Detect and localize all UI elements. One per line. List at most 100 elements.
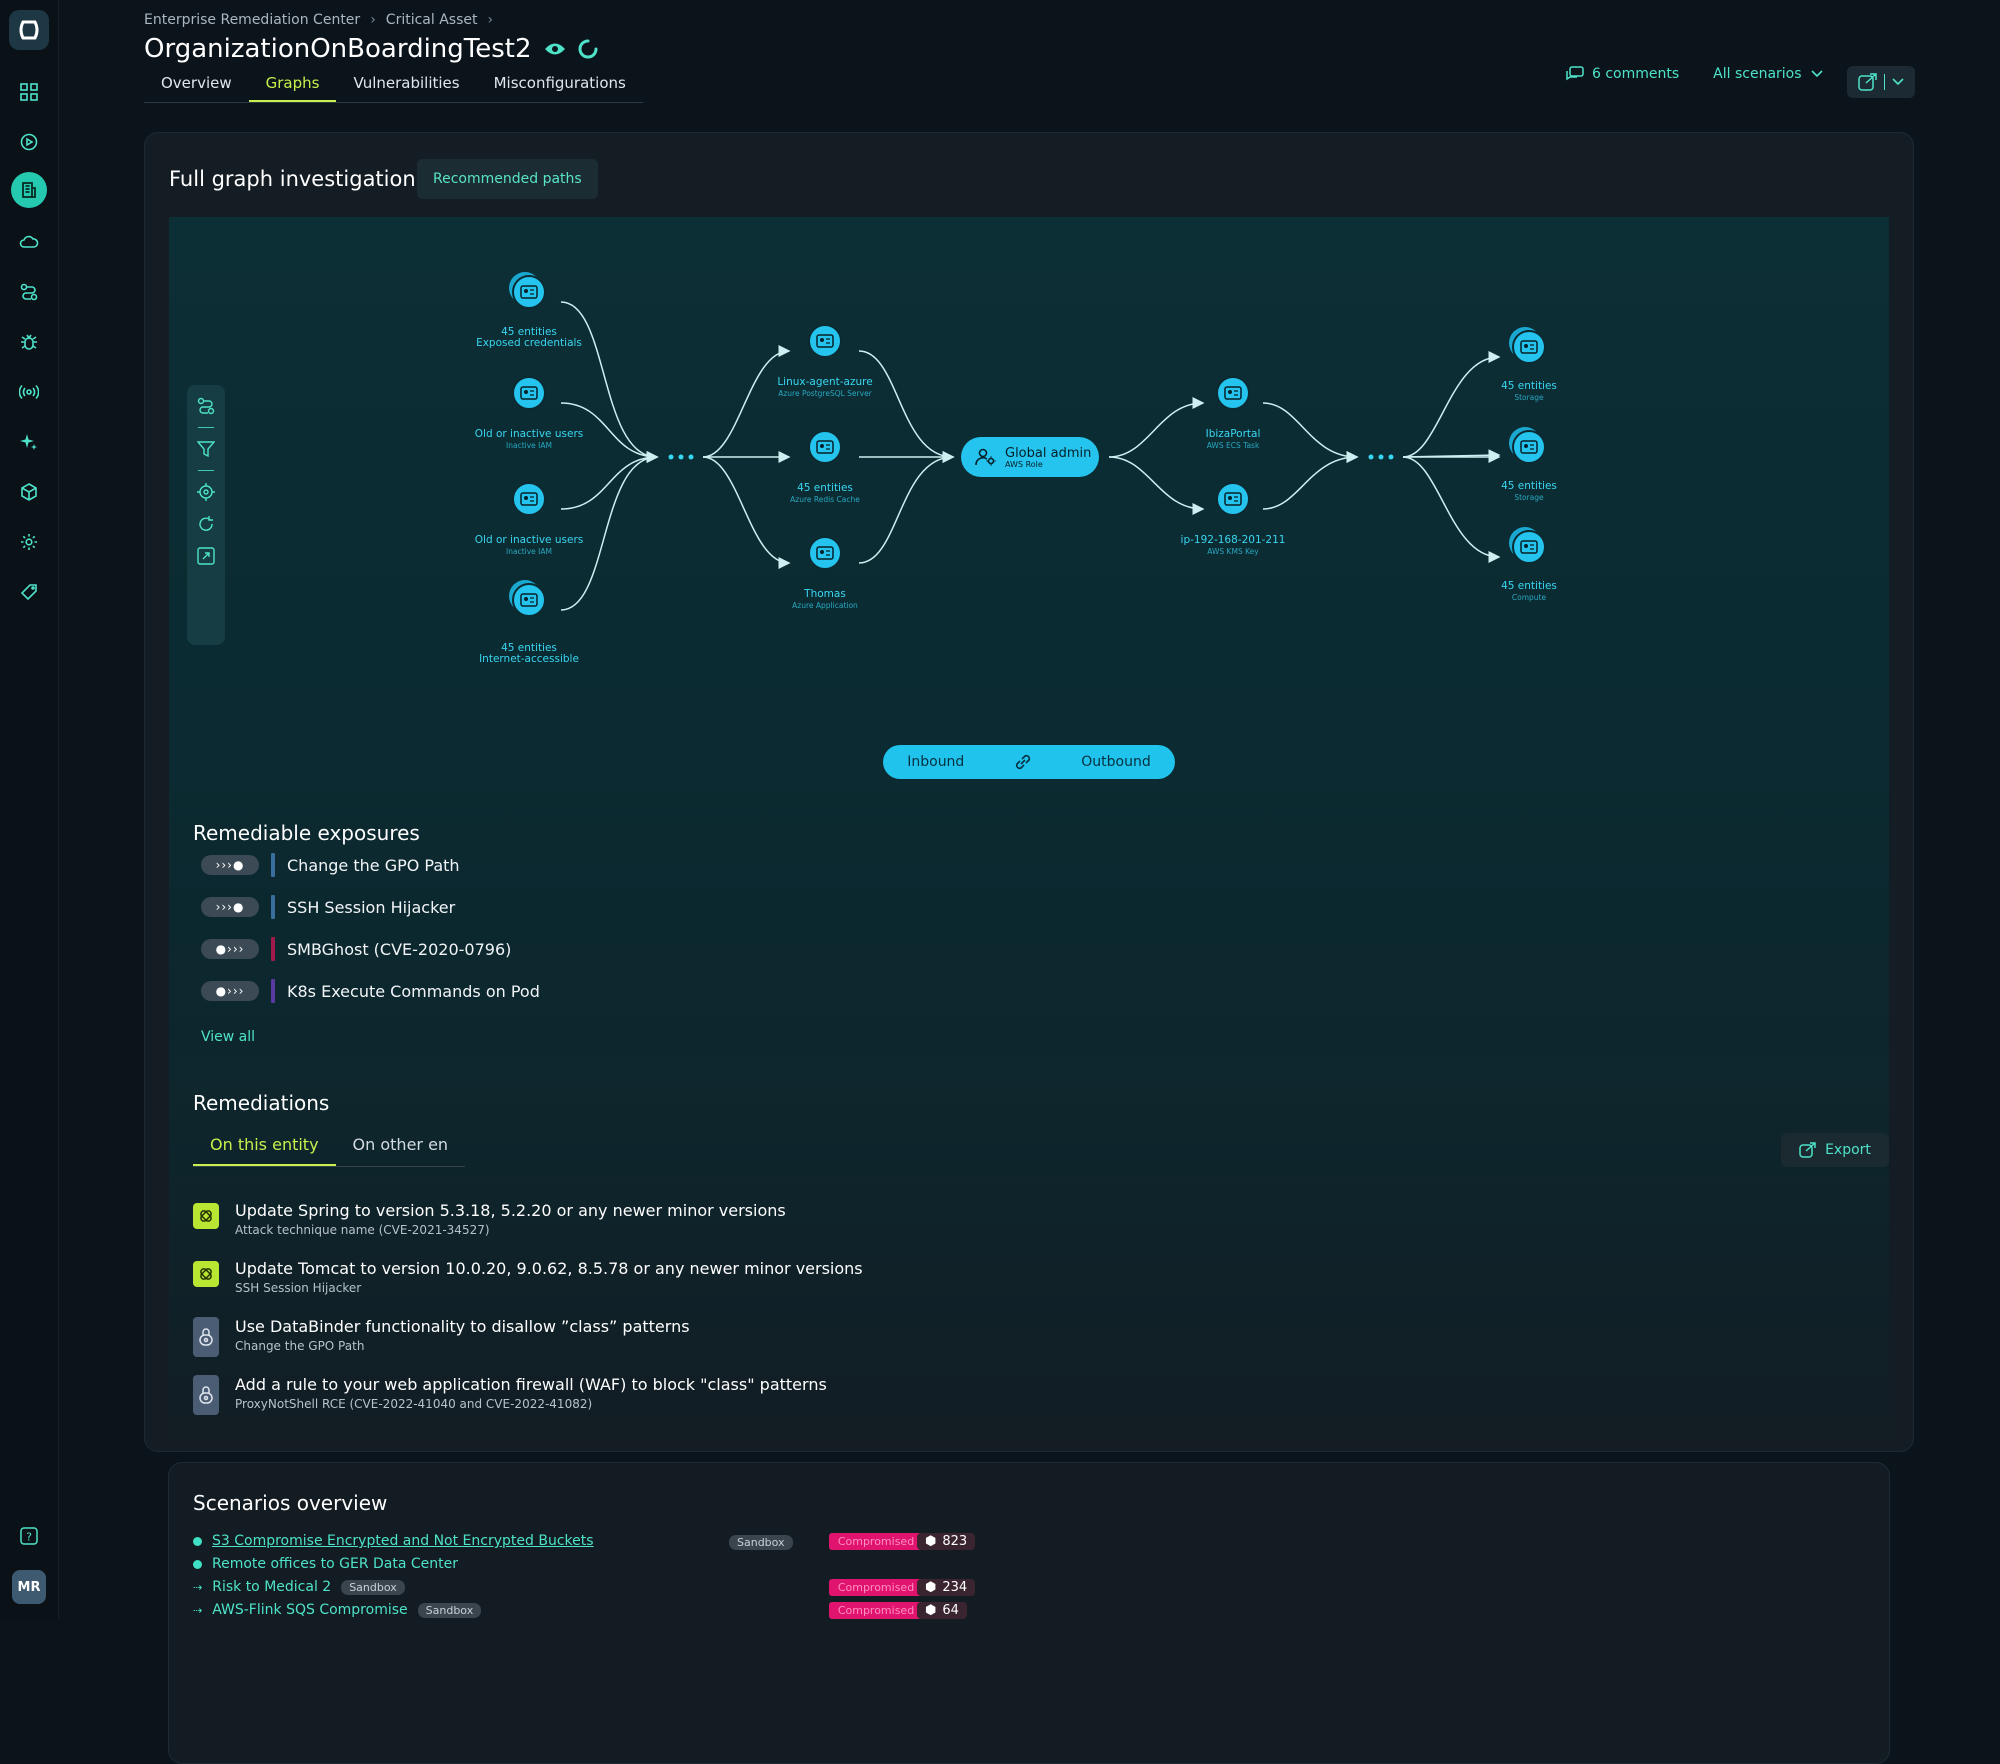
entity-node-icon[interactable] [808,324,842,358]
node-storage-1[interactable]: 45 entities Storage [1449,381,1609,403]
node-internet-accessible[interactable]: 45 entities Internet-accessible [449,643,609,665]
entity-node-icon[interactable] [509,272,546,309]
tab-vulnerabilities[interactable]: Vulnerabilities [336,72,476,102]
scenario-name[interactable]: Risk to Medical 2 [212,1579,331,1595]
node-sub-label: Inactive IAM [506,441,552,450]
remediation-item[interactable]: Update Tomcat to version 10.0.20, 9.0.62… [193,1259,863,1295]
page-title: OrganizationOnBoardingTest2 [144,34,598,64]
link-icon[interactable] [1013,752,1033,772]
tab-graphs[interactable]: Graphs [248,72,337,102]
entity-node-icon[interactable] [1509,327,1546,364]
scenario-name[interactable]: Remote offices to GER Data Center [212,1556,458,1572]
tab-on-other-entities[interactable]: On other en [336,1129,466,1166]
export-button[interactable]: Export [1781,1133,1889,1167]
entity-node-icon[interactable] [509,580,546,617]
node-sub-label: Azure Redis Cache [790,495,860,504]
entity-node-icon[interactable] [808,536,842,570]
scenario-row[interactable]: ⇢ AWS-Flink SQS Compromise Sandbox [193,1602,482,1618]
remediation-item[interactable]: Update Spring to version 5.3.18, 5.2.20 … [193,1201,786,1237]
hexagon-icon: ⬢ [925,1580,937,1595]
bug-icon[interactable] [11,324,47,360]
inbound-option[interactable]: Inbound [907,754,964,770]
filter-icon[interactable] [195,438,217,460]
entity-node-icon[interactable] [808,430,842,464]
ellipsis-left[interactable] [668,454,694,460]
exposure-item[interactable]: ›››● SSH Session Hijacker [201,895,455,919]
node-exposed-credentials[interactable]: 45 entities Exposed credentials [449,327,609,349]
node-linux-agent-azure[interactable]: Linux-agent-azure Azure PostgreSQL Serve… [745,377,905,399]
entity-node-icon[interactable] [1216,376,1250,410]
refresh-icon[interactable] [195,513,217,535]
broadcast-icon[interactable] [11,374,47,410]
breadcrumb-item[interactable]: Critical Asset [386,12,478,28]
scenarios-dropdown[interactable]: All scenarios [1713,66,1823,82]
node-sub-label: Storage [1514,393,1544,402]
dashboard-icon[interactable] [11,74,47,110]
exposure-color-bar [271,853,275,877]
recommended-paths-button[interactable]: Recommended paths [417,159,598,199]
tag-icon[interactable] [11,574,47,610]
comments-label: 6 comments [1592,66,1680,82]
eye-icon[interactable] [544,41,566,57]
entity-node-icon[interactable] [1509,527,1546,564]
scenario-name[interactable]: S3 Compromise Encrypted and Not Encrypte… [212,1533,594,1549]
node-main-label: 45 entities [1501,380,1557,392]
node-thomas[interactable]: Thomas Azure Application [745,589,905,611]
exposure-item[interactable]: ●››› SMBGhost (CVE-2020-0796) [201,937,511,961]
node-ibizaportal[interactable]: IbizaPortal AWS ECS Task [1153,429,1313,451]
view-all-link[interactable]: View all [201,1029,255,1045]
node-storage-2[interactable]: 45 entities Storage [1449,481,1609,503]
share-button[interactable] [1847,66,1915,98]
scenario-row[interactable]: Remote offices to GER Data Center [193,1556,458,1572]
gear-icon[interactable] [11,524,47,560]
count-value: 64 [942,1603,959,1618]
help-icon[interactable]: ? [11,1518,47,1554]
expand-icon[interactable] [195,545,217,567]
remediation-item[interactable]: Use DataBinder functionality to disallow… [193,1317,690,1357]
outbound-option[interactable]: Outbound [1081,754,1150,770]
user-avatar[interactable]: MR [12,1570,46,1604]
comments-button[interactable]: 6 comments [1566,66,1679,82]
node-ip-kms-key[interactable]: ip-192-168-201-211 AWS KMS Key [1153,535,1313,557]
direction-toggle[interactable]: Inbound Outbound [883,745,1175,779]
target-icon[interactable] [195,481,217,503]
cloud-icon[interactable] [11,224,47,260]
entity-node-icon[interactable] [1216,482,1250,516]
entity-node-icon[interactable] [512,376,546,410]
scenario-row[interactable]: ⇢ Risk to Medical 2 Sandbox [193,1579,405,1595]
scenario-name[interactable]: AWS-Flink SQS Compromise [212,1602,407,1618]
exposure-item[interactable]: ›››● Change the GPO Path [201,853,460,877]
exposure-item[interactable]: ●››› K8s Execute Commands on Pod [201,979,540,1003]
lock-icon [193,1317,219,1357]
node-inactive-users-2[interactable]: Old or inactive users Inactive IAM [449,535,609,557]
sparkle-icon[interactable] [11,424,47,460]
entity-node-icon[interactable] [1509,427,1546,464]
tab-overview[interactable]: Overview [144,72,249,102]
building-icon[interactable] [11,172,47,208]
app-logo[interactable] [9,10,49,50]
patch-icon [193,1261,219,1287]
breadcrumb-item[interactable]: Enterprise Remediation Center [144,12,360,28]
node-global-admin[interactable]: Global admin AWS Role [961,437,1099,477]
path-icon[interactable] [195,395,217,417]
entity-node-icon[interactable] [512,482,546,516]
share-divider [1883,74,1885,90]
sandbox-badge: Sandbox [729,1535,793,1550]
play-icon[interactable] [11,124,47,160]
tab-on-this-entity[interactable]: On this entity [193,1129,336,1166]
tab-misconfigurations[interactable]: Misconfigurations [477,72,643,102]
remediation-title: Add a rule to your web application firew… [235,1375,827,1394]
scenario-row[interactable]: S3 Compromise Encrypted and Not Encrypte… [193,1533,594,1549]
node-compute[interactable]: 45 entities Compute [1449,581,1609,603]
node-inactive-users-1[interactable]: Old or inactive users Inactive IAM [449,429,609,451]
chevron-down-icon[interactable] [1891,77,1905,87]
ellipsis-right[interactable] [1368,454,1394,460]
remediation-item[interactable]: Add a rule to your web application firew… [193,1375,827,1415]
exposure-label: K8s Execute Commands on Pod [287,981,540,1001]
cube-icon[interactable] [11,474,47,510]
node-redis-cache[interactable]: 45 entities Azure Redis Cache [745,483,905,505]
route-icon[interactable] [11,274,47,310]
header-actions: 6 comments All scenarios [1566,66,1824,82]
svg-text:?: ? [26,1531,32,1544]
graph-canvas[interactable]: 45 entities Exposed credentials Old or i… [169,217,1889,1437]
